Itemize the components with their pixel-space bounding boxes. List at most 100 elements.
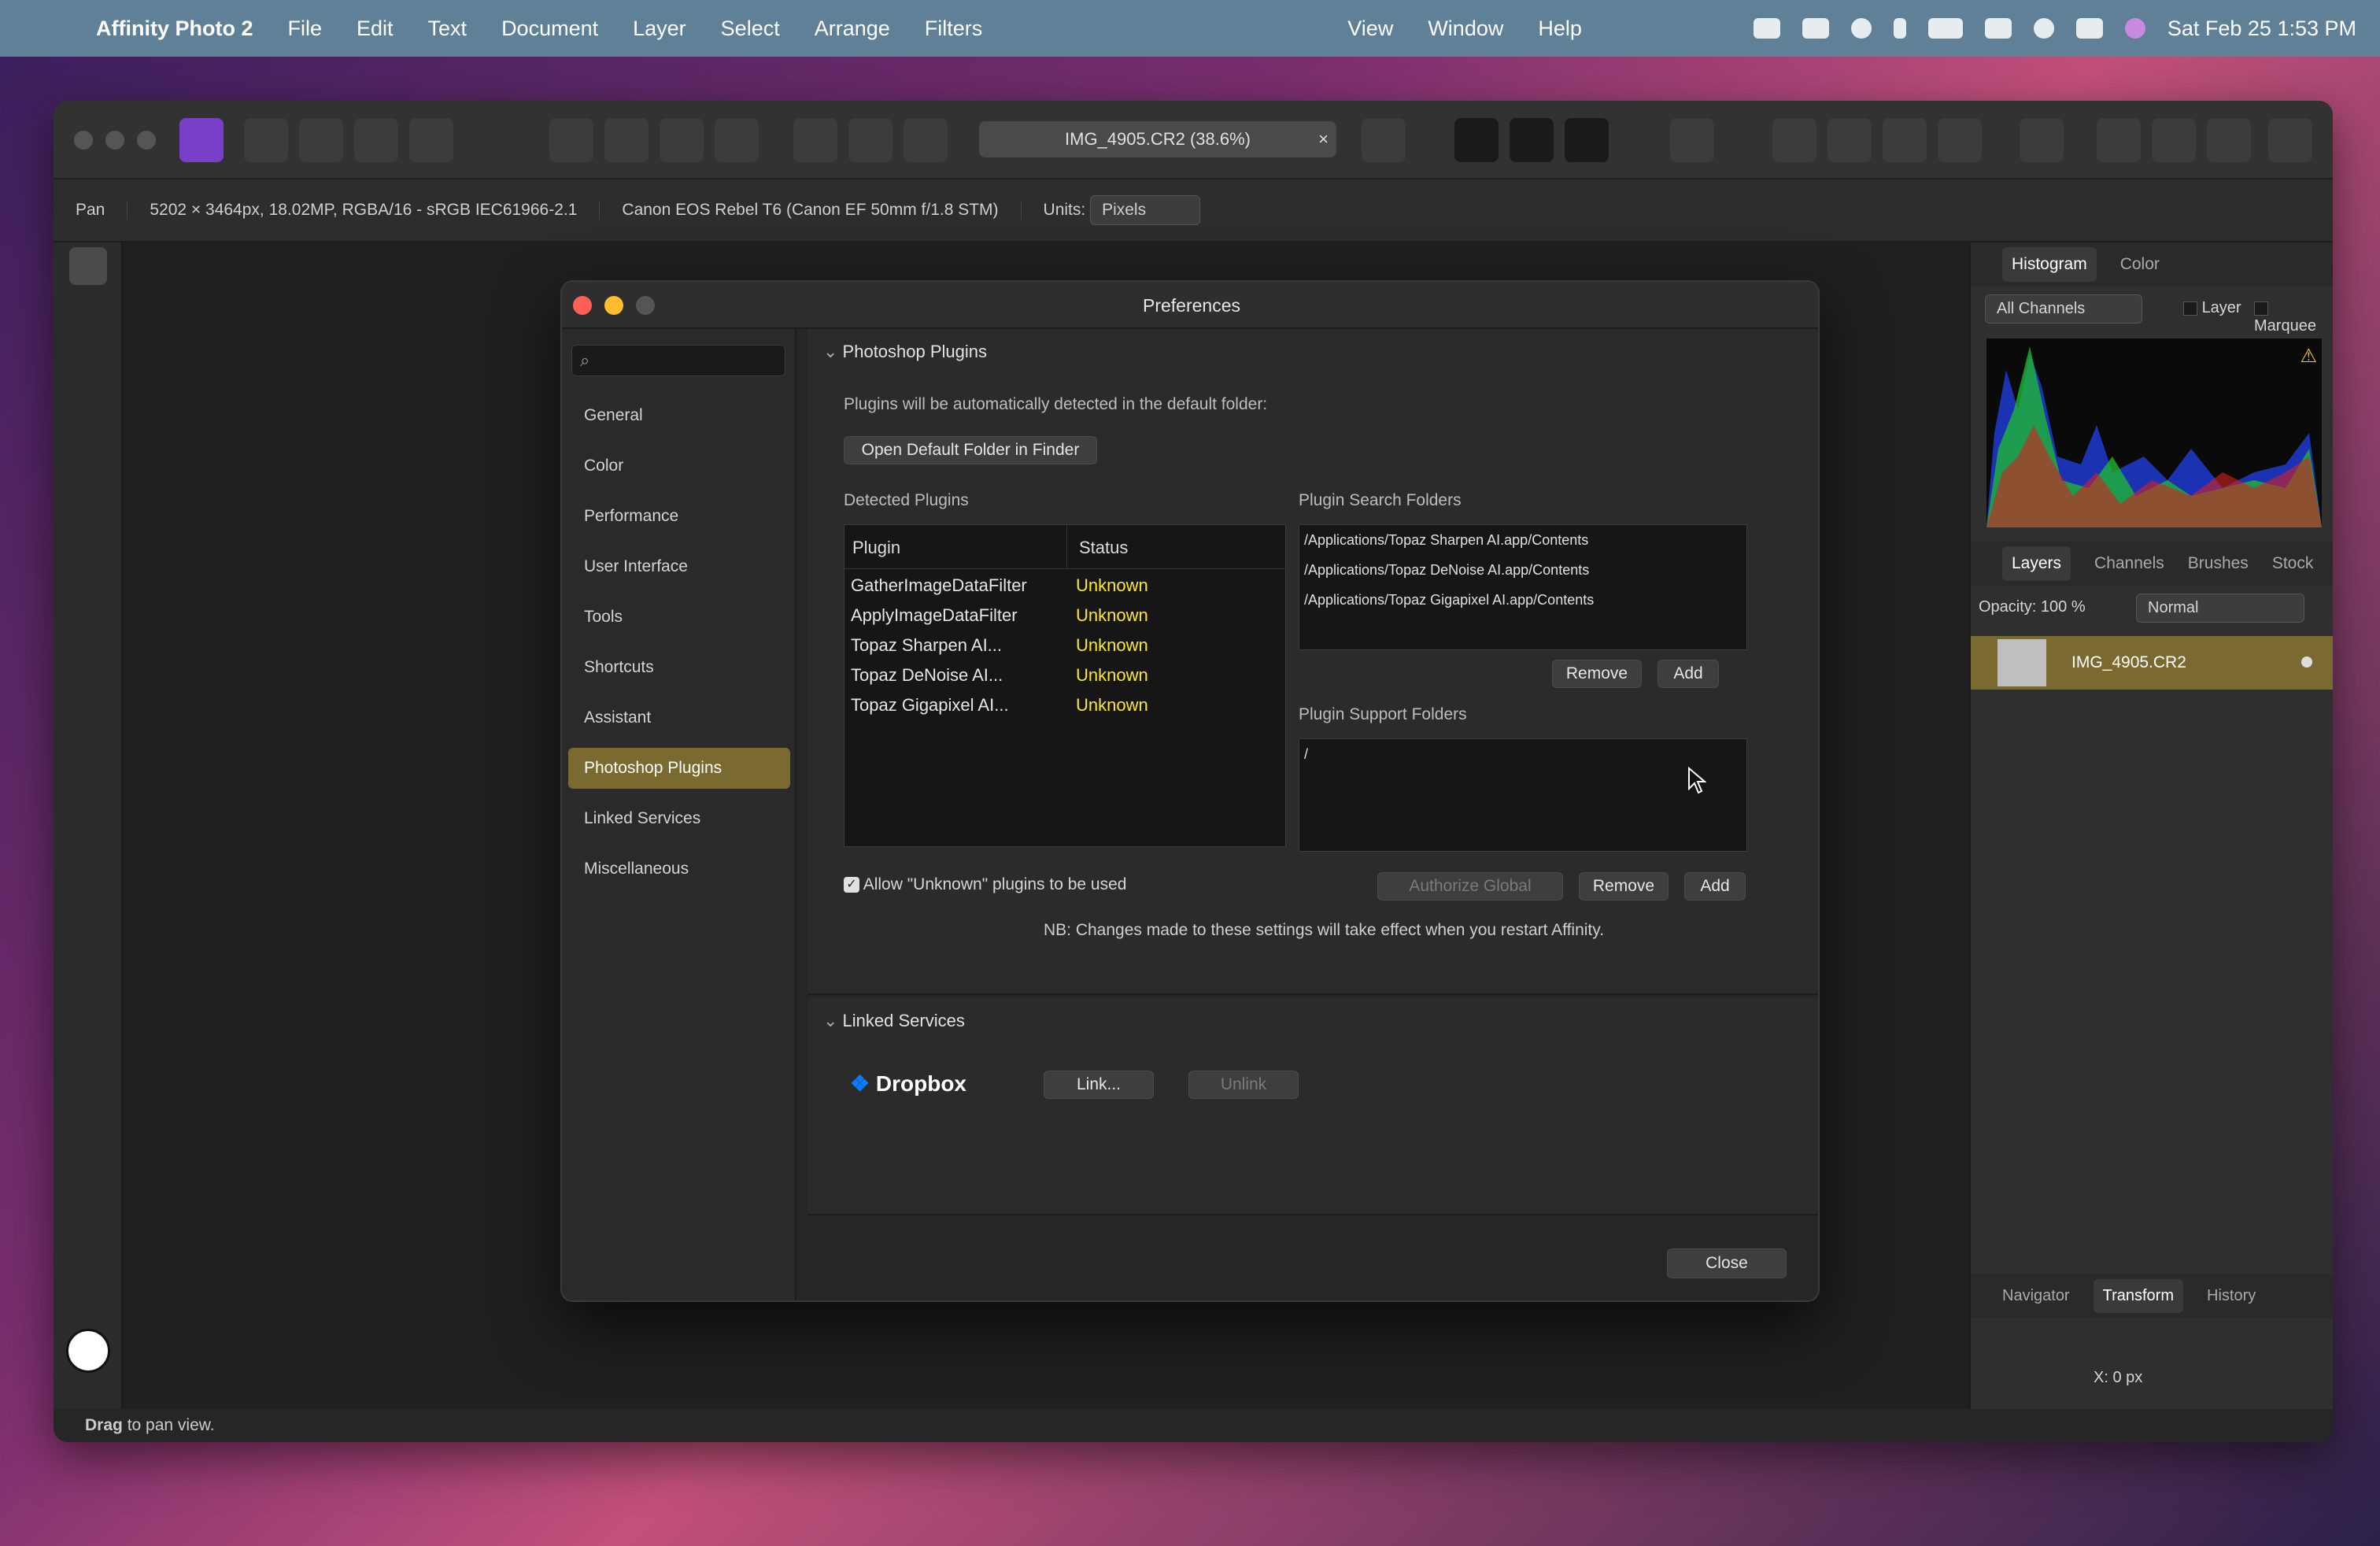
arrange-backward-icon[interactable] (1828, 118, 1872, 162)
list-item[interactable]: / (1299, 739, 1746, 769)
select-all-icon[interactable] (793, 118, 837, 162)
channels-select[interactable]: All Channels (1985, 294, 2142, 324)
snapping-icon[interactable] (1454, 118, 1499, 162)
nav-tools[interactable]: Tools (568, 597, 790, 638)
menu-help[interactable]: Help (1521, 17, 1599, 41)
document-close-icon[interactable]: × (1318, 121, 1329, 157)
link-button[interactable]: Link... (1044, 1071, 1154, 1099)
table-row[interactable]: Topaz Gigapixel AI... Unknown (844, 695, 1285, 725)
x-field[interactable]: 0 px (2112, 1369, 2142, 1386)
table-row[interactable]: ApplyImageDataFilter Unknown (844, 605, 1285, 635)
list-item[interactable]: /Applications/Topaz Sharpen AI.app/Conte… (1299, 525, 1746, 555)
app-menu[interactable]: Affinity Photo 2 (79, 17, 270, 41)
cast-icon[interactable] (1802, 18, 1829, 39)
dialog-close-button[interactable] (573, 296, 592, 315)
rectangle-tool[interactable] (69, 1097, 107, 1135)
auto-white-balance-icon[interactable] (715, 118, 759, 162)
deselect-icon[interactable] (848, 118, 893, 162)
tone-mapping-persona-icon[interactable] (354, 118, 398, 162)
units-select[interactable]: Pixels (1090, 195, 1201, 225)
blur-tool[interactable] (69, 956, 107, 993)
text-tool[interactable] (69, 1145, 107, 1182)
nav-linked-services[interactable]: Linked Services (568, 798, 790, 839)
col-status-header[interactable]: Status (1079, 538, 1128, 558)
move-tool[interactable] (69, 294, 107, 332)
window-zoom-button[interactable] (137, 131, 156, 150)
assistant-icon[interactable] (1670, 118, 1714, 162)
menu-document[interactable]: Document (484, 17, 615, 41)
liquify-persona-icon[interactable] (244, 118, 288, 162)
table-row[interactable]: Topaz DeNoise AI... Unknown (844, 665, 1285, 695)
control-center-icon[interactable] (2075, 18, 2103, 39)
menu-select[interactable]: Select (704, 17, 797, 41)
col-plugin-header[interactable]: Plugin (852, 538, 900, 558)
list-item[interactable]: /Applications/Topaz Gigapixel AI.app/Con… (1299, 585, 1746, 615)
nav-assistant[interactable]: Assistant (568, 697, 790, 738)
color-swatch[interactable] (66, 1329, 110, 1373)
pen-tool[interactable] (69, 1050, 107, 1088)
crop-tool[interactable] (69, 389, 107, 427)
boolean-intersect-icon[interactable] (2207, 118, 2251, 162)
battery-icon[interactable] (1927, 18, 1963, 39)
menu-arrange[interactable]: Arrange (797, 17, 907, 41)
arrange-forward-icon[interactable] (1883, 118, 1927, 162)
unlink-button[interactable]: Unlink (1188, 1071, 1299, 1099)
nav-performance[interactable]: Performance (568, 496, 790, 537)
flood-select-tool[interactable] (69, 483, 107, 521)
table-row[interactable]: Topaz Sharpen AI... Unknown (844, 635, 1285, 665)
open-default-folder-button[interactable]: Open Default Folder in Finder (844, 436, 1097, 464)
mesh-warp-tool[interactable] (69, 1192, 107, 1230)
blend-mode-select[interactable]: Normal (2136, 594, 2304, 623)
authorize-global-button[interactable]: Authorize Global (1377, 872, 1563, 901)
smudge-tool[interactable] (69, 1003, 107, 1041)
window-minimize-button[interactable] (105, 131, 124, 150)
zoom-tool[interactable] (69, 1258, 107, 1296)
nav-general[interactable]: General (568, 395, 790, 436)
arrange-front-icon[interactable] (1938, 118, 1982, 162)
clone-tool[interactable] (69, 861, 107, 899)
linked-section-header[interactable]: ⌄ Linked Services (823, 1011, 965, 1031)
search-folders-remove-button[interactable]: Remove (1552, 660, 1642, 688)
opacity-value[interactable]: 100 % (2041, 598, 2086, 616)
tab-transform[interactable]: Transform (2093, 1278, 2183, 1313)
nav-user-interface[interactable]: User Interface (568, 546, 790, 587)
boolean-subtract-icon[interactable] (2152, 118, 2196, 162)
tab-color[interactable]: Color (2120, 255, 2160, 274)
menu-filters[interactable]: Filters (907, 17, 1000, 41)
undo-icon[interactable] (1565, 118, 1609, 162)
export-persona-icon[interactable] (409, 118, 453, 162)
marquee-checkbox[interactable]: Marquee (2254, 299, 2333, 335)
photo-persona-icon[interactable] (179, 118, 224, 162)
marquee-tool[interactable] (69, 531, 107, 568)
develop-persona-icon[interactable] (299, 118, 343, 162)
layer-row[interactable]: IMG_4905.CR2 (1971, 636, 2333, 690)
tab-histogram[interactable]: Histogram (2002, 247, 2097, 282)
layer-visibility-toggle[interactable] (2301, 656, 2312, 668)
quick-mask-icon[interactable] (1362, 118, 1406, 162)
menu-edit[interactable]: Edit (339, 17, 411, 41)
healing-tool[interactable] (69, 908, 107, 946)
selection-brush-tool[interactable] (69, 436, 107, 474)
nav-photoshop-plugins[interactable]: Photoshop Plugins (568, 748, 790, 789)
menu-text[interactable]: Text (411, 17, 485, 41)
tab-stock[interactable]: Stock (2272, 554, 2314, 573)
cloud-icon[interactable] (1753, 18, 1780, 39)
nav-miscellaneous[interactable]: Miscellaneous (568, 849, 790, 890)
preferences-search[interactable]: ⌕ (571, 345, 785, 376)
color-picker-tool[interactable] (69, 342, 107, 379)
color-replacement-tool[interactable] (69, 719, 107, 757)
dodge-tool[interactable] (69, 814, 107, 852)
document-tab[interactable]: IMG_4905.CR2 (38.6%) × (979, 121, 1336, 157)
menu-view[interactable]: View (1330, 17, 1410, 41)
close-button[interactable]: Close (1667, 1248, 1787, 1278)
wifi-icon[interactable] (1984, 18, 2012, 39)
plugins-section-header[interactable]: ⌄ Photoshop Plugins (823, 342, 987, 362)
nav-color[interactable]: Color (568, 446, 790, 486)
view-tool[interactable] (69, 247, 107, 285)
tab-channels[interactable]: Channels (2094, 554, 2164, 573)
levels-icon[interactable] (549, 118, 593, 162)
menu-window[interactable]: Window (1410, 17, 1521, 41)
nav-shortcuts[interactable]: Shortcuts (568, 647, 790, 688)
play-icon[interactable] (1850, 18, 1872, 39)
flood-fill-tool[interactable] (69, 578, 107, 616)
